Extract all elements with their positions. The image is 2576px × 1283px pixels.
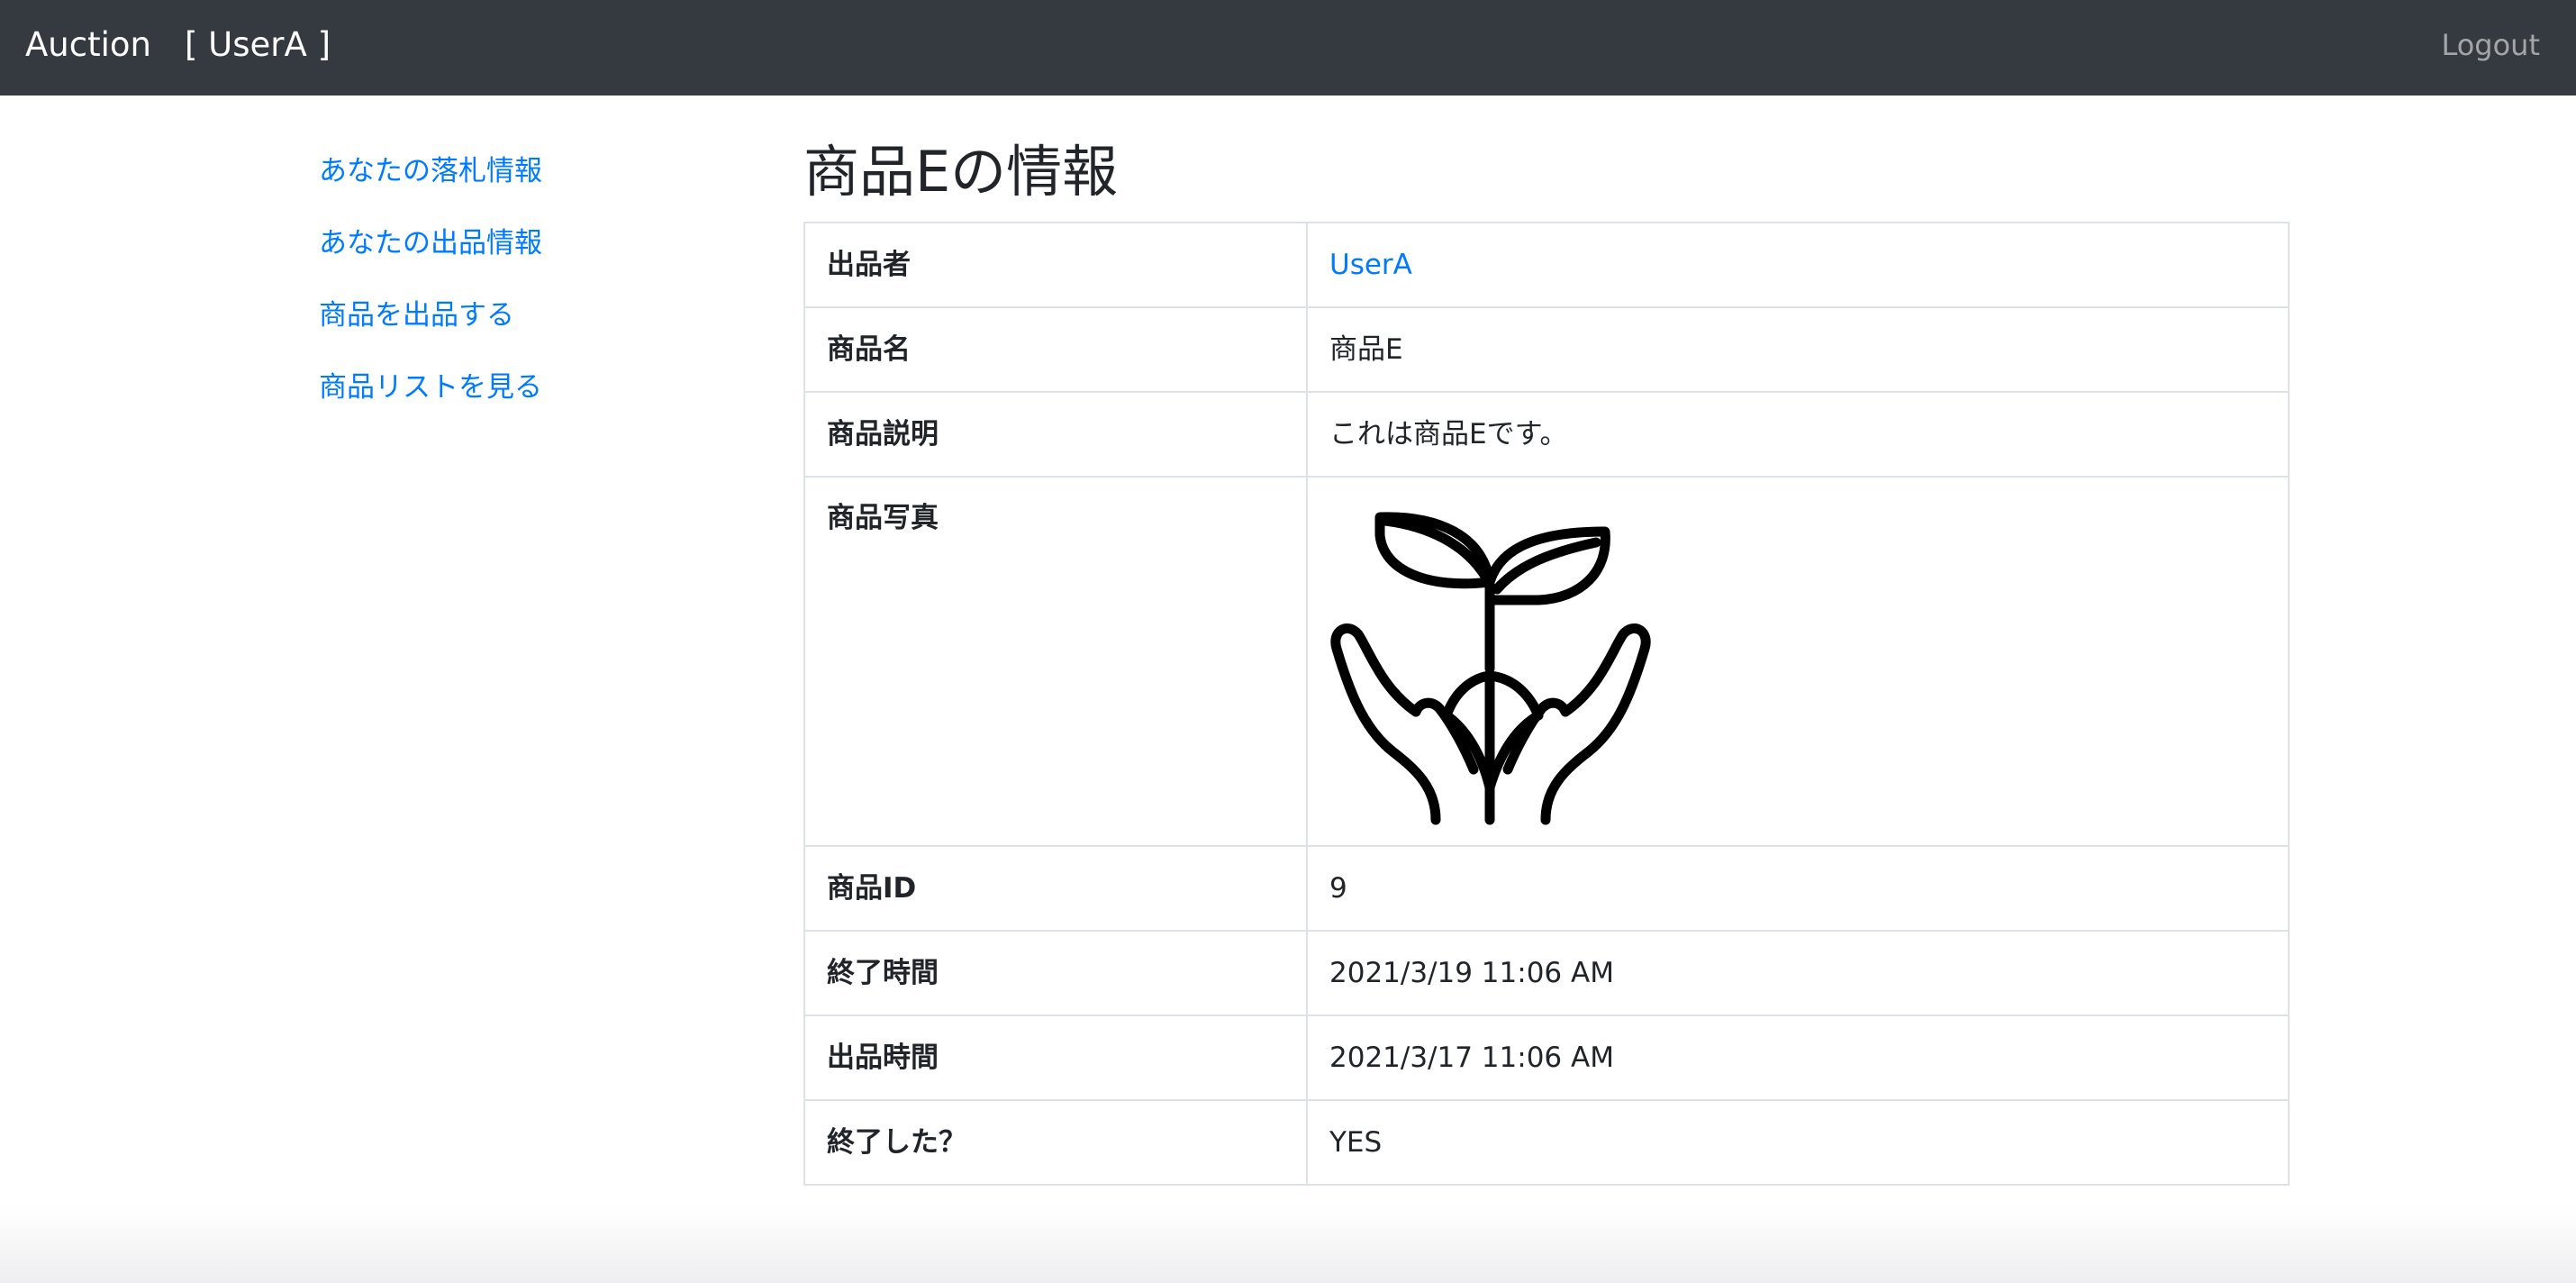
table-row: 出品時間 2021/3/17 11:06 AM	[803, 1015, 2290, 1101]
table-row: 商品名 商品E	[803, 306, 2290, 393]
row-key-description: 商品説明	[803, 391, 1308, 478]
sidebar-item-list-product[interactable]: 商品を出品する	[319, 279, 733, 351]
brand-link[interactable]: Auction [ UserA ]	[25, 22, 331, 68]
sidebar-item-my-listings[interactable]: あなたの出品情報	[319, 207, 733, 279]
logout-link[interactable]: Logout	[2441, 23, 2540, 67]
seller-link[interactable]: UserA	[1329, 249, 1412, 281]
bottom-shadow	[0, 1207, 2576, 1283]
row-value-photo	[1306, 476, 2290, 847]
row-key-ended: 終了した？	[803, 1099, 1308, 1186]
table-row: 商品説明 これは商品Eです。	[803, 391, 2290, 478]
row-key-seller: 出品者	[803, 222, 1308, 308]
table-row: 出品者 UserA	[803, 222, 2290, 308]
row-value-description: これは商品Eです。	[1306, 391, 2290, 478]
product-info-table: 出品者 UserA 商品名 商品E 商品説明 これは商品Eです。 商品写真 商品…	[803, 222, 2290, 1186]
row-value-ended: YES	[1306, 1099, 2290, 1186]
sidebar: あなたの落札情報 あなたの出品情報 商品を出品する 商品リストを見る	[319, 135, 733, 423]
row-value-listed-time: 2021/3/17 11:06 AM	[1306, 1015, 2290, 1101]
row-key-product-id: 商品ID	[803, 845, 1308, 932]
page-title: 商品Eの情報	[803, 139, 1119, 205]
table-row: 商品ID 9	[803, 845, 2290, 932]
row-key-listed-time: 出品時間	[803, 1015, 1308, 1101]
row-value-product-id: 9	[1306, 845, 2290, 932]
row-value-product-name: 商品E	[1306, 306, 2290, 393]
row-value-seller: UserA	[1306, 222, 2290, 308]
sidebar-item-won-bids[interactable]: あなたの落札情報	[319, 135, 733, 207]
row-key-photo: 商品写真	[803, 476, 1308, 847]
table-row: 終了した？ YES	[803, 1099, 2290, 1186]
sidebar-item-product-list[interactable]: 商品リストを見る	[319, 351, 733, 423]
navbar: Auction [ UserA ] Logout	[0, 0, 2576, 96]
row-key-end-time: 終了時間	[803, 930, 1308, 1016]
table-row: 商品写真	[803, 476, 2290, 847]
row-value-end-time: 2021/3/19 11:06 AM	[1306, 930, 2290, 1016]
plant-in-hands-icon	[1330, 512, 1651, 825]
table-row: 終了時間 2021/3/19 11:06 AM	[803, 930, 2290, 1016]
row-key-product-name: 商品名	[803, 306, 1308, 393]
